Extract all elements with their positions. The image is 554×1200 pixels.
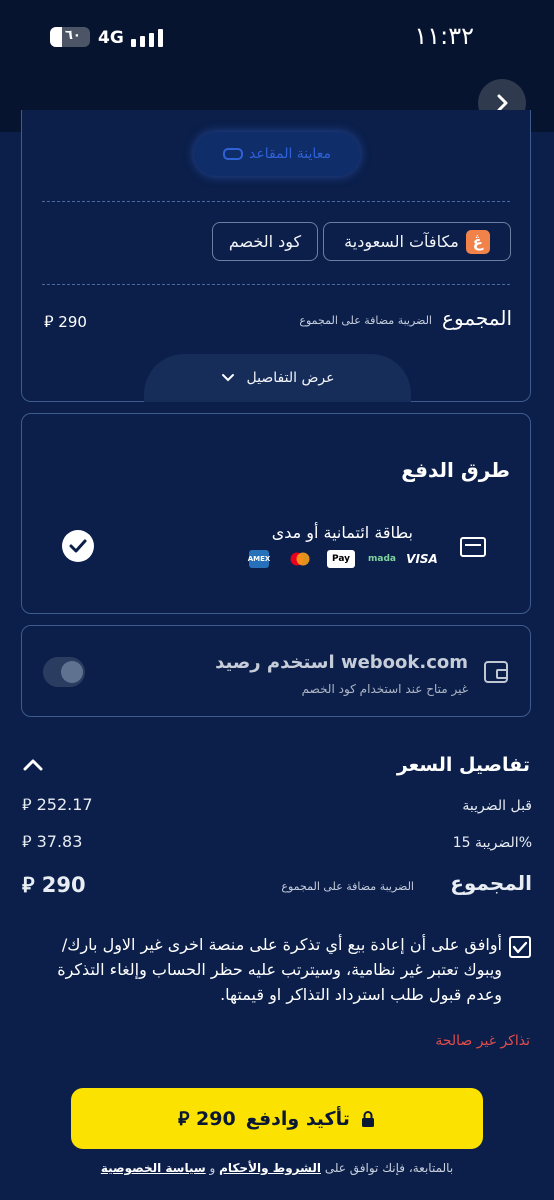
rewards-label: مكافآت السعودية bbox=[344, 232, 459, 251]
lock-icon bbox=[361, 1110, 374, 1127]
promo-code-button[interactable]: كود الخصم bbox=[212, 222, 318, 261]
tax-row: الضريبة 15% ⃁ 37.83 bbox=[22, 832, 532, 858]
selected-check-icon[interactable] bbox=[62, 530, 94, 562]
mada-logo: mada bbox=[368, 554, 396, 564]
confirm-pay-amount: 290 ⃁ bbox=[178, 1107, 236, 1130]
battery-level: ٦٠ bbox=[65, 28, 81, 43]
battery-icon: ٦٠ bbox=[50, 27, 90, 47]
divider bbox=[42, 201, 510, 202]
credit-card-icon bbox=[460, 537, 486, 557]
seat-preview-label: معاينة المقاعد bbox=[249, 146, 331, 162]
invalid-tickets-link[interactable]: تذاكر غير صالحة bbox=[435, 1033, 530, 1049]
before-tax-label: قبل الضريبة bbox=[462, 798, 532, 814]
summary-total-row: المجموع الضريبة مضافة على المجموع ⃁ 290 bbox=[44, 306, 512, 336]
agreement-text: أوافق على أن إعادة بيع أي تذكرة على منصة… bbox=[57, 935, 502, 1004]
before-tax-row: قبل الضريبة ⃁ 252.17 bbox=[22, 795, 532, 821]
amex-logo: AMEX bbox=[248, 550, 270, 568]
grand-total-tax-note: الضريبة مضافة على المجموع bbox=[281, 880, 414, 893]
wallet-note: غير متاح عند استخدام كود الخصم bbox=[301, 682, 468, 696]
payment-methods-title: طرق الدفع bbox=[401, 458, 510, 482]
grand-total-row: المجموع الضريبة مضافة على المجموع ⃁ 290 bbox=[22, 871, 532, 903]
confirm-pay-label: تأكيد وادفع bbox=[245, 1107, 350, 1130]
total-amount: ⃁ 290 bbox=[44, 312, 87, 331]
network-type: 4G bbox=[98, 28, 124, 48]
show-details-toggle[interactable]: عرض التفاصيل bbox=[144, 354, 411, 402]
total-label: المجموع bbox=[442, 306, 512, 330]
confirm-pay-button[interactable]: تأكيد وادفع 290 ⃁ bbox=[71, 1088, 483, 1149]
rewards-logo-icon: ڠ bbox=[465, 229, 490, 254]
legal-footer: بالمتابعة، فإنك توافق على الشروط والأحكا… bbox=[100, 1161, 454, 1175]
grand-total-value: ⃁ 290 bbox=[22, 873, 86, 897]
tax-label: الضريبة 15% bbox=[452, 835, 532, 851]
clock: ١١:٣٢ bbox=[414, 22, 474, 50]
wallet-title: استخدم رصيد webook.com bbox=[215, 652, 468, 673]
chevron-down-icon bbox=[221, 374, 234, 382]
agreement-checkbox[interactable] bbox=[509, 936, 531, 958]
card-brands: AMEX Pay mada VISA bbox=[248, 550, 438, 568]
before-tax-value: ⃁ 252.17 bbox=[22, 795, 93, 814]
price-details-title: تفاصيل السعر bbox=[396, 754, 530, 776]
promo-code-label: كود الخصم bbox=[228, 232, 302, 251]
apple-pay-logo: Pay bbox=[327, 550, 355, 568]
payment-method-label[interactable]: بطاقة ائتمانية أو مدى bbox=[272, 523, 413, 542]
signal-icon bbox=[131, 29, 163, 47]
show-details-label: عرض التفاصيل bbox=[246, 370, 335, 386]
chevron-up-icon[interactable] bbox=[22, 758, 44, 772]
vr-headset-icon bbox=[223, 148, 244, 160]
visa-logo: VISA bbox=[406, 552, 438, 566]
rewards-button[interactable]: ڠ مكافآت السعودية bbox=[323, 222, 511, 261]
tax-value: ⃁ 37.83 bbox=[22, 832, 83, 851]
tax-note: الضريبة مضافة على المجموع bbox=[299, 314, 432, 327]
riyal-symbol: ⃁ bbox=[44, 312, 54, 331]
terms-link[interactable]: الشروط والأحكام bbox=[219, 1161, 321, 1175]
privacy-link[interactable]: سياسة الخصوصية bbox=[101, 1161, 206, 1175]
mastercard-logo bbox=[287, 550, 313, 568]
divider bbox=[42, 284, 510, 285]
payment-methods-card bbox=[21, 413, 531, 614]
grand-total-label: المجموع bbox=[450, 871, 532, 895]
seat-preview-button[interactable]: معاينة المقاعد bbox=[194, 132, 360, 176]
wallet-icon bbox=[484, 661, 508, 683]
wallet-toggle[interactable] bbox=[43, 657, 85, 687]
